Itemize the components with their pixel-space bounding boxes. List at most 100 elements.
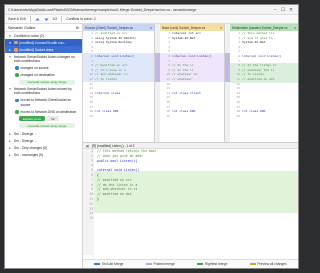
window-title: C:\Users\mtsn\AppData\Local\Plastic4\SCM… [8, 7, 197, 12]
code-line: 19 [166, 113, 170, 118]
pane-menu-icon[interactable]: ▾ [150, 26, 152, 30]
subitem-label: changed on source [20, 66, 49, 71]
ok-button[interactable]: Ok [47, 116, 59, 122]
outline-subitem-changed-source[interactable]: changed on source [5, 65, 82, 72]
base-pane-title: Base (cont) Socket_Deeper.cs [162, 25, 206, 30]
base-pane: Base (cont) Socket_Deeper.cs ▾ 1 internal… [160, 24, 225, 142]
chevron-down-icon: ▾ [9, 54, 11, 59]
outline-subitem-changed-destination[interactable]: changed on destination [5, 72, 82, 79]
save-exit-button[interactable]: Save & Exit [8, 17, 26, 21]
explain-move-button[interactable]: Explain move [19, 116, 46, 122]
outline-header: Semantic Outline ⚙ [5, 24, 82, 32]
chevron-right-icon: ▸ [9, 138, 11, 143]
destination-dot-icon [15, 110, 19, 114]
base-pane-header: Base (cont) Socket_Deeper.cs ▾ [160, 24, 224, 31]
merge-area: Source (Client) Socket_Deeper.cs ▾ 1// m… [83, 24, 298, 268]
outline-group-diverge-1[interactable]: ▸ Src - Diverge ... [5, 130, 82, 137]
subitem-label: changed on destination [20, 73, 55, 78]
move-actions: Explain move Ok [5, 115, 82, 122]
maximize-button[interactable]: ☐ [279, 6, 287, 14]
toolbar-divider [61, 16, 63, 22]
legend-src-merge: Src/Lab Merge [94, 262, 123, 266]
outline-item-socket-class[interactable]: ▸ [modified] Socket class [5, 46, 82, 54]
legend-swatch [94, 263, 101, 265]
item-label: Network.ServerSocket.Listen moved by bot… [14, 87, 72, 96]
code-line: 15 [89, 216, 93, 221]
title-bar: C:\Users\mtsn\AppData\Local\Plastic4\SCM… [5, 5, 298, 15]
source-dot-icon [15, 98, 19, 103]
outline-group-nochanges[interactable]: ▸ Src - nochanges (5) [5, 152, 82, 159]
source-code[interactable]: 1// modified on src 2 using System.IO.bWi… [83, 31, 154, 142]
result-pane-title: [R] (modified) Listen () - 1 of 2 [92, 143, 135, 148]
save-label: Save & Exit [8, 17, 26, 21]
chevron-right-icon: ▸ [9, 153, 11, 158]
code-line: 19 [89, 113, 93, 118]
subitem-label: moved to Network.DNS on destination [20, 109, 77, 114]
code-line: 19 [236, 113, 240, 118]
destination-code[interactable]: 1// this method lis 2// and it goes to 3… [230, 31, 298, 142]
conflicts-to-solve: Conflicts to solve: 2 [66, 17, 96, 21]
group-label: Src - Only changes (5) [14, 146, 47, 151]
toolbar-divider [29, 16, 31, 22]
app-window: C:\Users\mtsn\AppData\Local\Plastic4\SCM… [4, 4, 299, 269]
destination-dot-icon [15, 73, 19, 77]
outline-subitem-moved-source[interactable]: moved to Network.ClientSocket on source [5, 97, 82, 108]
status-bar: Src/Lab Merge Pushed merge Rightest merg… [83, 259, 298, 268]
solved-badge: manually solved using merge [19, 79, 75, 85]
gear-icon[interactable]: ⚙ [76, 26, 79, 30]
source-pane: Source (Client) Socket_Deeper.cs ▾ 1// m… [83, 24, 155, 142]
chevron-down-icon: ▾ [9, 87, 11, 92]
chevron-down-icon: ▾ [9, 33, 11, 38]
toolbar: Save & Exit 1/2 Conflicts to solve: 2 [5, 15, 298, 24]
pane-menu-icon[interactable]: ▾ [294, 26, 296, 30]
subitem-label: moved to Network.ClientSocket on source [20, 98, 72, 107]
chevron-right-icon: ▸ [9, 146, 11, 151]
pane-menu-icon[interactable]: ▾ [220, 26, 222, 30]
item-label: [modified] ConnectTo with con... [19, 40, 67, 45]
outline-title: Semantic Outline [8, 25, 36, 30]
outline-item-connectto[interactable]: ▾ [modified] ConnectTo with con... [5, 39, 82, 47]
arrow-up-icon [35, 17, 40, 20]
outline-group-diverge-2[interactable]: ▸ Src - Diverge ... [5, 137, 82, 144]
chevron-down-icon: ▾ [9, 40, 11, 45]
semantic-outline-panel: Semantic Outline ⚙ ▾ Conflicts to solve … [5, 24, 83, 268]
prev-conflict-button[interactable] [35, 17, 40, 22]
arrow-down-icon [44, 18, 49, 21]
outline-item-listen-moved[interactable]: ▾ Network.ServerSocket.Listen moved by b… [5, 86, 82, 97]
chevron-right-icon: ▸ [9, 47, 11, 52]
item-label: Network.ServerSocket.Listen changed on b… [14, 54, 75, 63]
solved-badge: manually solved using merge [19, 123, 75, 129]
next-conflict-button[interactable] [44, 17, 49, 22]
group-label: Src - Diverge ... [14, 138, 37, 143]
destination-pane-title: Destination (master) Socket_Deeper.cs [232, 25, 288, 30]
conflict-dot-icon [14, 40, 18, 45]
conflict-counter: 1/2 [52, 17, 58, 21]
outline-group-only-changes[interactable]: ▸ Src - Only changes (5) [5, 145, 82, 152]
close-button[interactable]: ✕ [287, 6, 295, 14]
outline-group-conflicts[interactable]: ▾ Conflicts to solve (2) [5, 32, 82, 39]
source-dot-icon [15, 66, 19, 70]
destination-pane-header: Destination (master) Socket_Deeper.cs ▾ [230, 24, 298, 31]
group-label: Src - nochanges (5) [14, 153, 43, 158]
minimize-button[interactable]: – [271, 6, 279, 14]
conflict-dot-icon [14, 48, 18, 52]
destination-pane: Destination (master) Socket_Deeper.cs ▾ … [230, 24, 298, 142]
legend-swatch [197, 263, 204, 265]
legend-pushed-merge: Pushed merge [145, 262, 175, 266]
outline-subitem-moved-destination[interactable]: moved to Network.DNS on destination [5, 108, 82, 115]
legend-swatch [249, 263, 256, 265]
legend-swatch [145, 263, 152, 265]
source-pane-title: Source (Client) Socket_Deeper.cs [85, 25, 134, 30]
outline-item-listen-changed[interactable]: ▾ Network.ServerSocket.Listen changed on… [5, 53, 82, 64]
group-label: Src - Diverge ... [14, 131, 37, 136]
chevron-right-icon: ▸ [9, 131, 11, 136]
result-code[interactable]: 1 // this method returns the bool 2 // w… [83, 149, 298, 255]
group-label: Conflicts to solve (2) [14, 33, 44, 38]
item-label: [modified] Socket class [19, 47, 54, 52]
result-pane-header: ▤ [R] (modified) Listen () - 1 of 2 [83, 142, 298, 149]
document-icon: ▤ [86, 143, 90, 148]
legend-rightest-merge: Rightest merge [197, 262, 227, 266]
base-code[interactable]: 1 internal int src 2 System.IO.Net 3 4 5 6… [160, 31, 224, 142]
source-pane-header: Source (Client) Socket_Deeper.cs ▾ [83, 24, 154, 31]
legend-preview-all: Preview all changes [249, 262, 287, 266]
